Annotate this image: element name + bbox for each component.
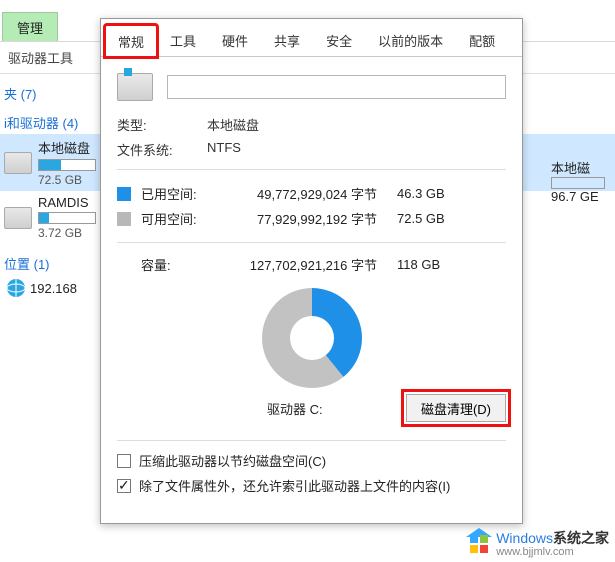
- drive-name-label: 驱动器 C:: [267, 399, 323, 418]
- drive-icon: [117, 73, 153, 101]
- capacity-bytes: 127,702,921,216 字节: [227, 255, 397, 274]
- tab-hardware[interactable]: 硬件: [209, 24, 261, 56]
- hdd-icon: [4, 207, 32, 229]
- used-swatch-icon: [117, 187, 131, 201]
- network-address: 192.168: [30, 281, 77, 296]
- capacity-row: 容量: 127,702,921,216 字节 118 GB: [117, 255, 506, 274]
- watermark-text: Windows系统之家 www.bjjmlv.com: [496, 531, 609, 558]
- filesystem-row: 文件系统: NTFS: [117, 140, 506, 159]
- drive-subtext: 72.5 GB: [38, 173, 96, 187]
- network-header-label: 位置 (1): [4, 257, 50, 272]
- watermark-url: www.bjjmlv.com: [496, 546, 609, 558]
- volume-row: [117, 73, 506, 101]
- tab-tools[interactable]: 工具: [157, 24, 209, 56]
- hdd-icon: [4, 152, 32, 174]
- index-row[interactable]: 除了文件属性外，还允许索引此驱动器上文件的内容(I): [117, 476, 506, 495]
- free-label: 可用空间:: [141, 209, 227, 228]
- used-gb: 46.3 GB: [397, 186, 467, 201]
- drive-title: RAMDIS: [38, 195, 96, 210]
- volume-name-input[interactable]: [167, 75, 506, 99]
- dialog-body: 类型: 本地磁盘 文件系统: NTFS 已用空间: 49,772,929,024…: [101, 57, 522, 513]
- compress-checkbox[interactable]: [117, 454, 131, 468]
- filesystem-label: 文件系统:: [117, 140, 207, 159]
- index-checkbox[interactable]: [117, 479, 131, 493]
- windows-house-icon: [468, 533, 490, 555]
- type-value: 本地磁盘: [207, 115, 259, 134]
- compress-label: 压缩此驱动器以节约磁盘空间(C): [139, 451, 326, 470]
- type-label: 类型:: [117, 115, 207, 134]
- used-space-row: 已用空间: 49,772,929,024 字节 46.3 GB: [117, 184, 506, 203]
- tab-general[interactable]: 常规: [105, 25, 157, 57]
- dialog-tabs: 常规 工具 硬件 共享 安全 以前的版本 配额: [101, 19, 522, 57]
- space-table: 已用空间: 49,772,929,024 字节 46.3 GB 可用空间: 77…: [117, 169, 506, 243]
- watermark: Windows系统之家 www.bjjmlv.com: [468, 531, 609, 558]
- index-label: 除了文件属性外，还允许索引此驱动器上文件的内容(I): [139, 476, 450, 495]
- free-swatch-icon: [117, 212, 131, 226]
- type-row: 类型: 本地磁盘: [117, 115, 506, 134]
- ribbon-tab-manage[interactable]: 管理: [2, 12, 58, 41]
- usage-donut-icon: [262, 288, 362, 388]
- drives-header-label: i和驱动器 (4): [4, 116, 78, 131]
- free-gb: 72.5 GB: [397, 211, 467, 226]
- watermark-brand: Windows: [496, 530, 553, 546]
- drive-usage-bar: [38, 212, 96, 224]
- separator: [117, 440, 506, 441]
- used-label: 已用空间:: [141, 184, 227, 203]
- tab-security[interactable]: 安全: [313, 24, 365, 56]
- capacity-gb: 118 GB: [397, 257, 467, 272]
- watermark-suffix: 系统之家: [553, 530, 609, 546]
- tab-previous-versions[interactable]: 以前的版本: [365, 24, 456, 56]
- drive-subtext: 96.7 GE: [551, 189, 611, 204]
- tab-quota[interactable]: 配额: [456, 24, 508, 56]
- usage-donut-wrap: [117, 288, 506, 388]
- drive-title: 本地磁: [551, 158, 611, 177]
- folders-count-label: 夹 (7): [4, 87, 37, 102]
- drive-subtext: 3.72 GB: [38, 226, 96, 240]
- drive-title: 本地磁盘: [38, 138, 96, 157]
- drive-info: 本地磁盘 72.5 GB: [38, 138, 96, 187]
- drive-name-row: 驱动器 C: 磁盘清理(D): [117, 394, 506, 422]
- drive-info: RAMDIS 3.72 GB: [38, 195, 96, 240]
- used-bytes: 49,772,929,024 字节: [227, 184, 397, 203]
- drive-properties-dialog: 常规 工具 硬件 共享 安全 以前的版本 配额 类型: 本地磁盘 文件系统: N…: [100, 18, 523, 524]
- free-space-row: 可用空间: 77,929,992,192 字节 72.5 GB: [117, 209, 506, 228]
- free-bytes: 77,929,992,192 字节: [227, 209, 397, 228]
- drive-usage-bar: [38, 159, 96, 171]
- drive-item-right[interactable]: 本地磁 96.7 GE: [551, 158, 611, 204]
- drive-usage-bar: [551, 177, 605, 189]
- filesystem-value: NTFS: [207, 140, 241, 159]
- globe-icon: [4, 277, 30, 299]
- capacity-label: 容量:: [141, 255, 227, 274]
- disk-cleanup-button[interactable]: 磁盘清理(D): [406, 394, 506, 422]
- compress-row[interactable]: 压缩此驱动器以节约磁盘空间(C): [117, 451, 506, 470]
- tab-sharing[interactable]: 共享: [261, 24, 313, 56]
